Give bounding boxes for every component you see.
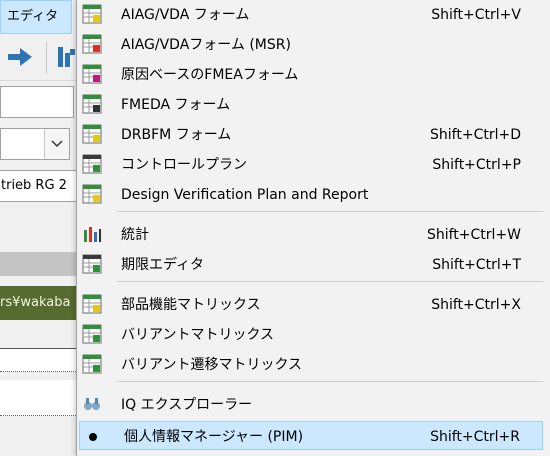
menu-item-shortcut: Shift+Ctrl+X [431, 297, 521, 313]
menu-item-bullet[interactable]: 個人情報マネージャー (PIM) Shift+Ctrl+R [79, 421, 543, 450]
menu-item-control-plan[interactable]: コントロールプラン Shift+Ctrl+P [77, 150, 543, 180]
menu-item-shortcut: Shift+Ctrl+P [432, 157, 521, 173]
menu-item-label: 原因ベースのFMEAフォーム [121, 67, 299, 83]
background-window: エディタ trieb RG 2 rs¥wakaba [0, 0, 76, 456]
menu-separator [117, 211, 543, 212]
menu-item-aiag-vda-form[interactable]: AIAG/VDA フォーム Shift+Ctrl+V [77, 0, 543, 30]
menu-item-fmeda-form[interactable]: FMEDA フォーム [77, 90, 543, 120]
menu-item-dvpr[interactable]: Design Verification Plan and Report [77, 180, 543, 210]
menu-item-label: Design Verification Plan and Report [121, 187, 369, 203]
path-bar: rs¥wakaba [0, 286, 76, 320]
network-icon[interactable] [56, 45, 76, 69]
menu-item-drbfm-form[interactable]: DRBFM フォーム Shift+Ctrl+D [77, 120, 543, 150]
menu-item-shortcut: Shift+Ctrl+T [432, 257, 521, 273]
menu-item-label: AIAG/VDA フォーム [121, 7, 250, 23]
grey-band [0, 252, 76, 276]
menu-item-label: 個人情報マネージャー (PIM) [124, 429, 304, 445]
menu-item-shortcut: Shift+Ctrl+R [430, 429, 520, 445]
menu-item-deadline-editor[interactable]: 期限エディタ Shift+Ctrl+T [77, 250, 543, 280]
toolbar-separator [46, 42, 47, 74]
menu-item-label: 統計 [121, 227, 149, 243]
menu-item-label: 部品機能マトリックス [121, 297, 261, 313]
menu-item-label: IQ エクスプローラー [121, 397, 253, 413]
list-box[interactable] [0, 348, 76, 372]
menu-item-shortcut: Shift+Ctrl+V [431, 7, 521, 23]
menu-item-label: DRBFM フォーム [121, 127, 232, 143]
name-field[interactable]: trieb RG 2 [0, 170, 76, 202]
forward-arrow-icon[interactable] [8, 46, 34, 68]
menu-item-label: バリアント遷移マトリックス [121, 357, 303, 373]
menu-separator [117, 281, 543, 282]
chevron-down-icon[interactable] [44, 129, 69, 159]
menu-item-part-function-matrix[interactable]: 部品機能マトリックス Shift+Ctrl+X [77, 290, 543, 320]
menu-item-variant-transition-matrix[interactable]: バリアント遷移マトリックス [77, 350, 543, 380]
text-field[interactable] [0, 86, 74, 118]
menu-item-label: バリアントマトリックス [121, 327, 275, 343]
editor-dropdown-menu: AIAG/VDA フォーム Shift+Ctrl+V AIAG/VDAフォーム (M… [76, 0, 550, 456]
menu-item-iq-explorer[interactable]: IQ エクスプローラー [77, 390, 543, 420]
menu-item-label: AIAG/VDAフォーム (MSR) [121, 37, 291, 53]
list-box[interactable] [0, 380, 76, 416]
toolbar [0, 36, 76, 81]
menu-item-shortcut: Shift+Ctrl+D [430, 127, 521, 143]
menu-tab-editor[interactable]: エディタ [0, 0, 72, 34]
menu-separator [117, 381, 543, 382]
menu-item-label: FMEDA フォーム [121, 97, 231, 113]
menu-item-cause-based-fmea-form[interactable]: 原因ベースのFMEAフォーム [77, 60, 543, 90]
combo-box[interactable] [0, 128, 70, 160]
menu-item-aiag-vda-msr-form[interactable]: AIAG/VDAフォーム (MSR) [77, 30, 543, 60]
menu-item-variant-matrix[interactable]: バリアントマトリックス [77, 320, 543, 350]
menu-item-statistics[interactable]: 統計 Shift+Ctrl+W [77, 220, 543, 250]
menu-item-label: 期限エディタ [121, 257, 205, 273]
menu-item-label: コントロールプラン [121, 157, 247, 173]
menu-item-shortcut: Shift+Ctrl+W [426, 227, 521, 243]
